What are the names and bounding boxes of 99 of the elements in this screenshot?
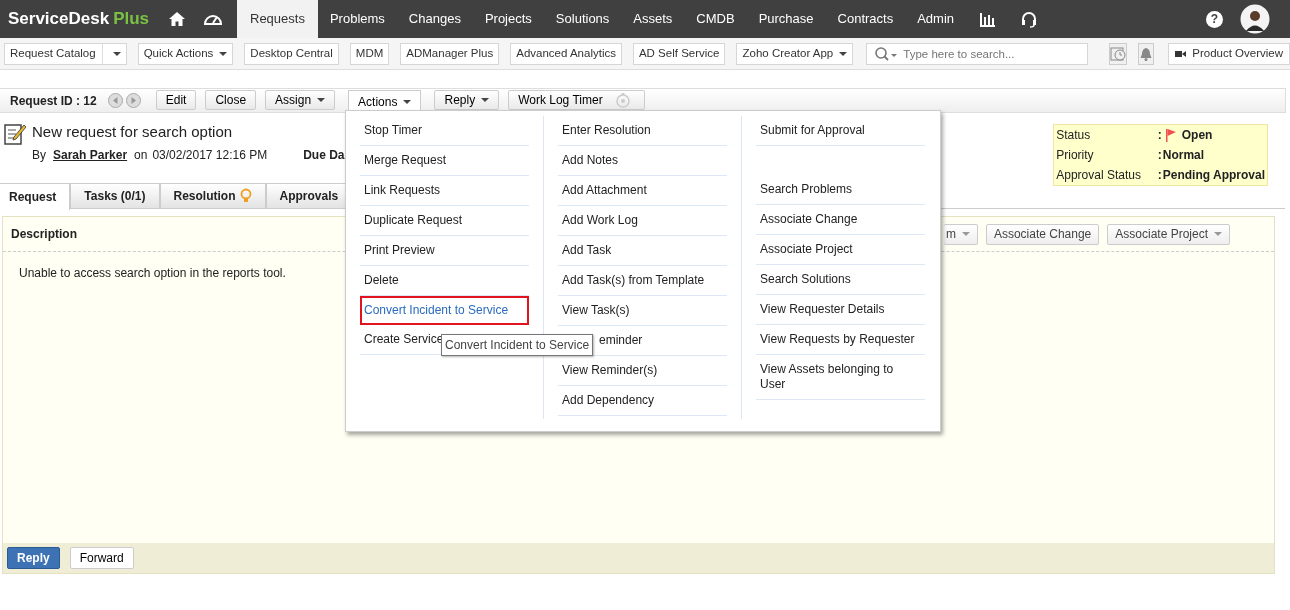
menu-item[interactable]: Add Work Log — [558, 206, 727, 236]
footer-button[interactable]: Reply — [7, 547, 60, 569]
nav-tab[interactable]: Purchase — [746, 0, 826, 38]
menu-item[interactable]: Duplicate Request — [360, 206, 529, 236]
menu-item[interactable]: Enter Resolution — [558, 116, 727, 146]
summary-value: Normal — [1162, 148, 1205, 162]
tab[interactable]: Resolution — [159, 183, 266, 208]
nav-tab[interactable]: Problems — [317, 0, 397, 38]
next-icon[interactable] — [125, 93, 141, 108]
previous-icon[interactable] — [107, 93, 123, 108]
nav-tab[interactable]: Requests — [237, 0, 318, 38]
menu-item[interactable]: Link Requests — [360, 176, 529, 206]
byline-text: on — [134, 147, 148, 164]
caret-icon — [112, 51, 121, 56]
caret-icon — [219, 51, 228, 56]
bell-icon — [1139, 46, 1154, 61]
summary-value: Open — [1181, 128, 1213, 142]
clock-icon — [1110, 45, 1127, 62]
stopwatch-icon — [614, 92, 631, 108]
video-icon — [1175, 49, 1188, 58]
tab[interactable]: Request — [0, 183, 71, 210]
menu-item[interactable]: Stop Timer — [360, 116, 529, 146]
caret-icon — [317, 98, 326, 102]
product-overview-button[interactable]: Product Overview — [1168, 42, 1290, 65]
dropdown-button[interactable]: Quick Actions — [137, 42, 234, 65]
caret-icon — [961, 232, 970, 236]
toolbar-button[interactable]: Desktop Central — [244, 42, 339, 65]
summary-colon: : — [1157, 168, 1162, 182]
toolbar-button[interactable]: Reply — [434, 90, 500, 110]
toolbar-button[interactable]: Advanced Analytics — [510, 42, 622, 65]
summary-value: Pending Approval — [1162, 168, 1265, 182]
summary-colon: : — [1157, 128, 1162, 142]
toolbar-button[interactable]: Edit — [155, 90, 197, 110]
menu-item[interactable]: Associate Change — [756, 205, 925, 235]
summary-colon: : — [1157, 148, 1162, 162]
request-id: Request ID : 12 — [10, 92, 97, 110]
menu-item[interactable]: Search Solutions — [756, 265, 925, 295]
caret-icon — [481, 98, 490, 102]
menu-item[interactable]: Add Notes — [558, 146, 727, 176]
toolbar-button[interactable]: AD Self Service — [632, 42, 726, 65]
toolbar-button[interactable]: Close — [205, 90, 257, 110]
date-text: 03/02/2017 12:16 PM — [152, 147, 268, 164]
menu-item[interactable]: Merge Request — [360, 146, 529, 176]
notepad-icon — [4, 123, 26, 145]
dropdown-button[interactable]: Zoho Creator App — [736, 42, 854, 65]
menu-item[interactable]: Associate Project — [756, 235, 925, 265]
nav-tab[interactable]: Changes — [396, 0, 473, 38]
summary-label: Priority — [1053, 145, 1156, 165]
caret-icon — [1214, 232, 1222, 236]
description-text: Unable to access search option in the reports tool. — [19, 265, 286, 282]
bar-chart-icon[interactable] — [979, 11, 996, 27]
menu-item[interactable]: Add Attachment — [558, 176, 727, 206]
byline-text: By — [32, 147, 46, 164]
nav-tab[interactable]: CMDB — [684, 0, 747, 38]
summary-label: Status — [1053, 124, 1156, 145]
toolbar-button[interactable]: Assign — [265, 90, 336, 110]
menu-item[interactable]: Convert Incident to Service — [360, 296, 529, 325]
menu-item[interactable]: Add Dependency — [558, 386, 727, 416]
menu-item[interactable]: View Task(s) — [558, 296, 727, 326]
panel-button[interactable]: m — [943, 223, 978, 245]
logo-text: ServiceDesk — [8, 8, 110, 31]
menu-item[interactable]: Search Problems — [756, 175, 925, 205]
toolbar-button[interactable]: ADManager Plus — [400, 42, 500, 65]
nav-tab[interactable]: Contracts — [825, 0, 906, 38]
menu-item[interactable]: Submit for Approval — [756, 116, 925, 146]
tooltip: Convert Incident to Service — [441, 334, 594, 356]
request-title: New request for search option — [32, 123, 234, 141]
menu-item[interactable]: Delete — [360, 266, 529, 296]
notification-button[interactable] — [1138, 42, 1155, 65]
panel-heading: Description — [11, 226, 77, 243]
panel-button[interactable]: Associate Change — [985, 223, 1100, 245]
due-date-label: Due Da — [303, 147, 345, 164]
nav-tab[interactable]: Projects — [472, 0, 544, 38]
headset-icon[interactable] — [1021, 10, 1038, 28]
nav-tab[interactable]: Admin — [905, 0, 967, 38]
footer-button[interactable]: Forward — [69, 547, 134, 569]
avatar[interactable] — [1240, 4, 1270, 34]
search-field[interactable]: Type here to search... — [866, 42, 1089, 65]
menu-item[interactable]: View Assets belonging to User — [756, 355, 925, 400]
home-icon[interactable] — [168, 11, 186, 27]
menu-item[interactable]: View Requests by Requester — [756, 325, 925, 355]
timer-button[interactable]: Work Log Timer — [508, 90, 646, 110]
split-button[interactable]: Request Catalog — [4, 42, 127, 65]
summary-label: Approval Status — [1053, 164, 1156, 186]
nav-tab[interactable]: Solutions — [543, 0, 622, 38]
menu-item[interactable]: Print Preview — [360, 236, 529, 266]
caret-icon — [839, 51, 848, 56]
menu-item[interactable]: View Requester Details — [756, 295, 925, 325]
nav-tab[interactable]: Assets — [621, 0, 685, 38]
panel-button[interactable]: Associate Project — [1107, 223, 1230, 245]
lightbulb-icon — [239, 188, 252, 204]
logo-text: Plus — [113, 8, 150, 31]
menu-item[interactable]: Add Task(s) from Template — [558, 266, 727, 296]
menu-item[interactable]: Add Task — [558, 236, 727, 266]
help-icon[interactable]: ? — [1206, 10, 1223, 28]
tab[interactable]: Tasks (0/1) — [70, 183, 160, 208]
caret-icon — [403, 100, 412, 104]
toolbar-button[interactable]: MDM — [349, 42, 390, 65]
author-link[interactable]: Sarah Parker — [53, 146, 128, 164]
